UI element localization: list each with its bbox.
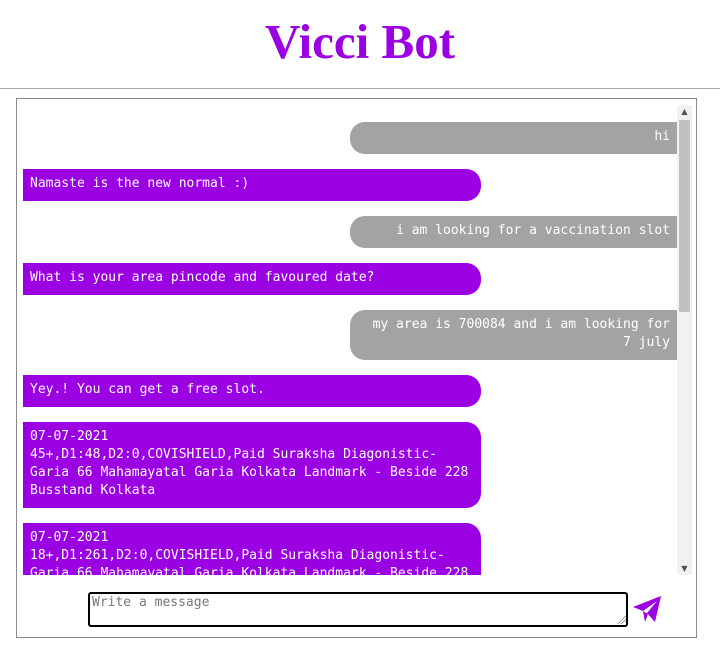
send-icon bbox=[633, 596, 661, 622]
user-message: my area is 700084 and i am looking for 7… bbox=[350, 310, 677, 360]
bot-message: What is your area pincode and favoured d… bbox=[23, 263, 481, 295]
message-input[interactable] bbox=[88, 592, 628, 627]
scroll-down-arrow-icon[interactable]: ▼ bbox=[677, 562, 692, 575]
chat-box: hi Namaste is the new normal :) i am loo… bbox=[16, 98, 697, 638]
scroll-up-arrow-icon[interactable]: ▲ bbox=[677, 105, 692, 118]
bot-message: Namaste is the new normal :) bbox=[23, 169, 481, 201]
message-list[interactable]: hi Namaste is the new normal :) i am loo… bbox=[17, 99, 677, 575]
send-button[interactable] bbox=[631, 593, 663, 625]
user-message: i am looking for a vaccination slot bbox=[350, 216, 677, 248]
message-scrollbar[interactable]: ▲ ▼ bbox=[677, 105, 692, 575]
app-title: Vicci Bot bbox=[264, 14, 456, 69]
user-message: hi bbox=[350, 122, 677, 154]
bot-message: 07-07-2021 45+,D1:48,D2:0,COVISHIELD,Pai… bbox=[23, 422, 481, 508]
resize-grip-icon[interactable] bbox=[618, 616, 626, 624]
scrollbar-thumb[interactable] bbox=[679, 120, 690, 312]
bot-message: Yey.! You can get a free slot. bbox=[23, 375, 481, 407]
bot-message: 07-07-2021 18+,D1:261,D2:0,COVISHIELD,Pa… bbox=[23, 523, 481, 575]
header-divider bbox=[0, 88, 720, 89]
